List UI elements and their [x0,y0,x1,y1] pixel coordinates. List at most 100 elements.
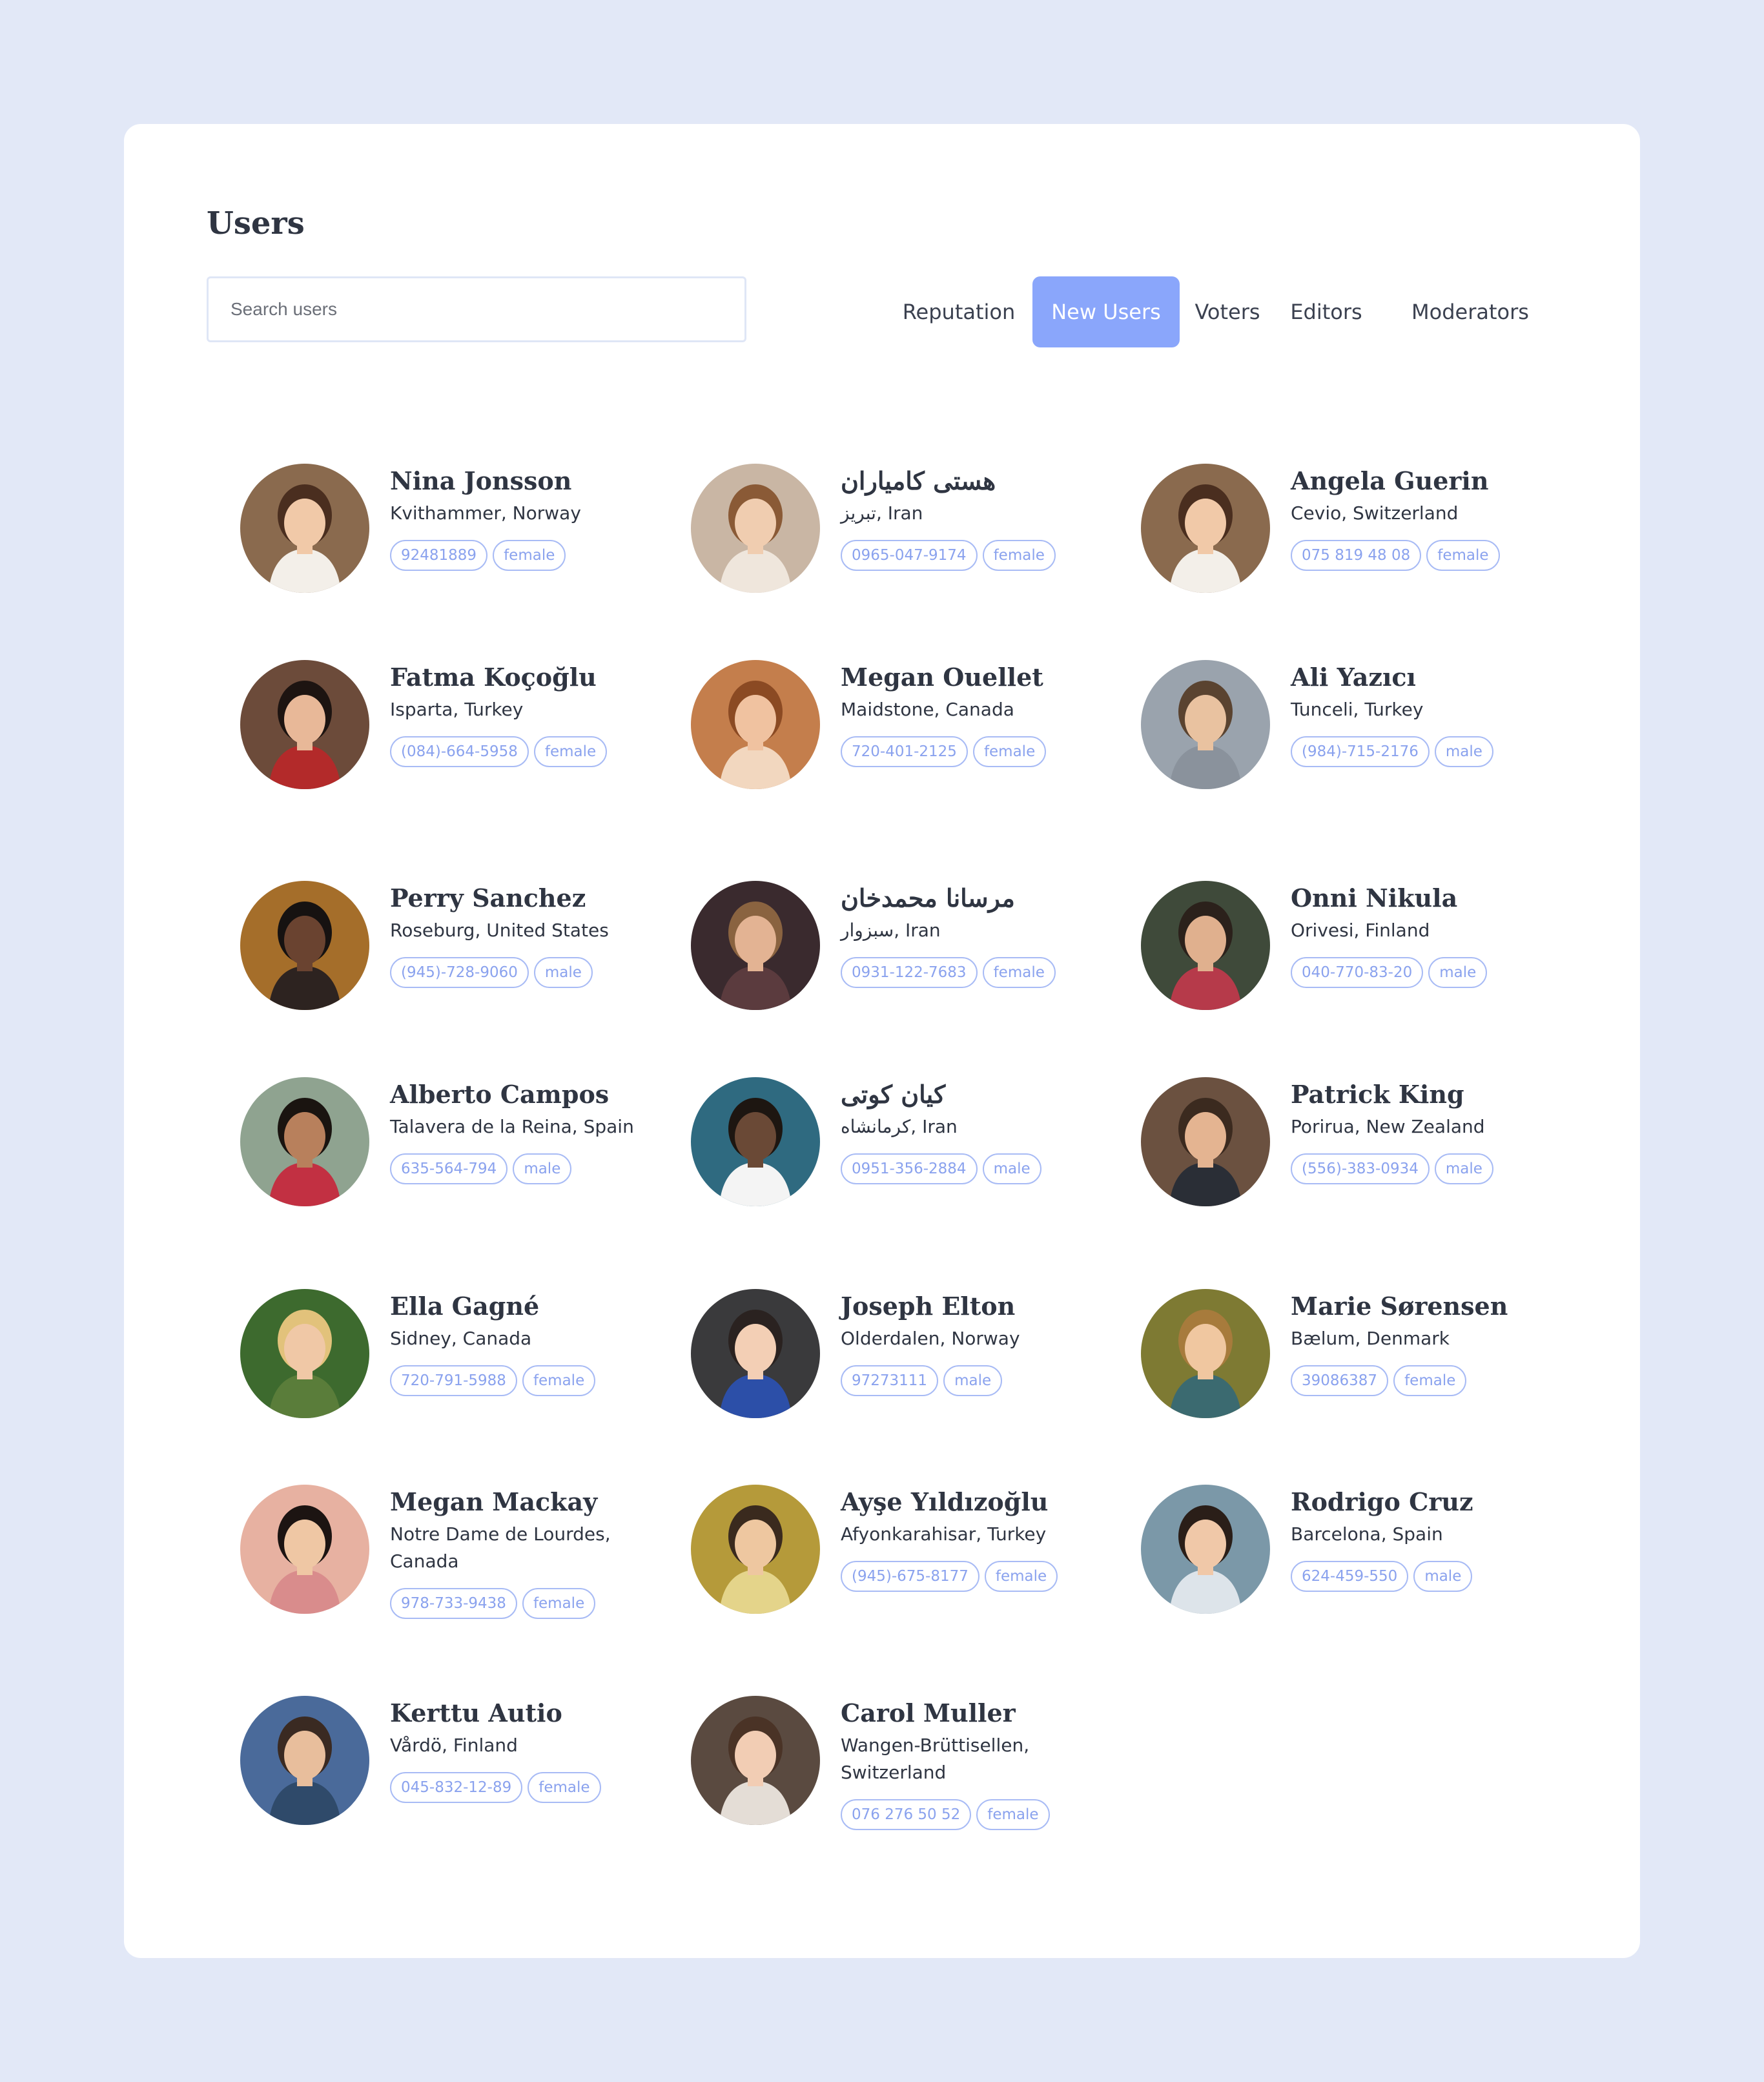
gender-tag: male [533,957,593,988]
user-name[interactable]: Joseph Elton [841,1289,1112,1324]
user-location: Olderdalen, Norway [841,1328,1020,1349]
user-name[interactable]: Ayşe Yıldızoğlu [841,1485,1112,1520]
user-info: Megan Ouellet Maidstone, Canada 720-401-21… [841,660,1112,772]
user-tags: 0931-122-7683 female [841,957,1112,993]
user-info: Kerttu Autio Vårdö, Finland 045-832-12-89 f… [390,1696,661,1808]
user-name[interactable]: Nina Jonsson [390,464,661,499]
tab-voters[interactable]: Voters [1183,276,1272,347]
user-info: Patrick King Porirua, New Zealand (556)-38… [1291,1077,1562,1190]
user-tags: 720-401-2125 female [841,736,1112,772]
user-name[interactable]: Ali Yazıcı [1291,660,1562,695]
user-name[interactable]: Patrick King [1291,1077,1562,1112]
user-info: Carol Muller Wangen-Brüttisellen, Switzer… [841,1696,1112,1835]
user-info: Ella Gagné Sidney, Canada 720-791-5988 fema… [390,1289,661,1401]
user-location: Cevio, Switzerland [1291,502,1459,524]
phone-tag: 635-564-794 [390,1153,508,1184]
phone-tag: 97273111 [841,1365,939,1396]
user-info: Joseph Elton Olderdalen, Norway 97273111 ma… [841,1289,1112,1401]
user-name[interactable]: Rodrigo Cruz [1291,1485,1562,1520]
avatar[interactable] [691,1485,820,1614]
phone-tag: 720-791-5988 [390,1365,517,1396]
gender-tag: female [1393,1365,1467,1396]
user-info: مرسانا محمدخان سبزوار, Iran 0931-122-7683 f… [841,881,1112,993]
avatar-photo [691,1485,820,1614]
gender-tag: female [522,1588,596,1619]
user-info: Megan Mackay Notre Dame de Lourdes, Canad… [390,1485,661,1624]
tab-editors[interactable]: Editors [1282,276,1371,347]
avatar[interactable] [691,1696,820,1825]
user-info: هستی کامیاران تبریز, Iran 0965-047-9174 fem… [841,464,1112,576]
gender-tag: male [1434,736,1493,767]
user-location: Vårdö, Finland [390,1735,518,1756]
phone-tag: 720-401-2125 [841,736,968,767]
user-name[interactable]: Angela Guerin [1291,464,1562,499]
avatar[interactable] [1141,881,1270,1010]
user-name[interactable]: Megan Mackay [390,1485,661,1520]
avatar[interactable] [1141,1289,1270,1418]
avatar[interactable] [240,464,369,593]
user-location: کرمانشاه, Iran [841,1116,958,1137]
avatar[interactable] [240,660,369,789]
page-title: Users [207,205,305,242]
gender-tag: male [513,1153,572,1184]
avatar[interactable] [691,1077,820,1206]
avatar[interactable] [691,660,820,789]
avatar-photo [1141,881,1270,1010]
user-info: Ayşe Yıldızoğlu Afyonkarahisar, Turkey (94… [841,1485,1112,1597]
user-name[interactable]: Ella Gagné [390,1289,661,1324]
user-info: Fatma Koçoğlu Isparta, Turkey (084)-664-59… [390,660,661,772]
avatar-photo [240,464,369,593]
user-location: تبریز, Iran [841,502,923,524]
avatar-photo [691,881,820,1010]
avatar[interactable] [1141,1485,1270,1614]
search-input[interactable] [207,276,746,342]
avatar[interactable] [240,1485,369,1614]
user-location: Orivesi, Finland [1291,920,1430,941]
user-name[interactable]: Perry Sanchez [390,881,661,916]
user-info: Perry Sanchez Roseburg, United States (945… [390,881,661,993]
gender-tag: female [972,736,1047,767]
tab-new-users[interactable]: New Users [1032,276,1180,347]
avatar[interactable] [240,1289,369,1418]
user-tags: 075 819 48 08 female [1291,540,1562,576]
phone-tag: (945)-728-9060 [390,957,529,988]
avatar[interactable] [691,1289,820,1418]
avatar[interactable] [1141,660,1270,789]
user-name[interactable]: Alberto Campos [390,1077,661,1112]
avatar-photo [240,1485,369,1614]
user-location: Porirua, New Zealand [1291,1116,1485,1137]
avatar-photo [691,1077,820,1206]
user-tags: 635-564-794 male [390,1153,661,1190]
avatar[interactable] [240,881,369,1010]
user-location: Sidney, Canada [390,1328,532,1349]
user-name[interactable]: Kerttu Autio [390,1696,661,1731]
avatar[interactable] [1141,464,1270,593]
user-name[interactable]: Marie Sørensen [1291,1289,1562,1324]
phone-tag: 040-770-83-20 [1291,957,1424,988]
phone-tag: 92481889 [390,540,488,571]
avatar[interactable] [691,464,820,593]
avatar-photo [691,1696,820,1825]
avatar[interactable] [240,1077,369,1206]
avatar-photo [1141,1077,1270,1206]
tab-reputation[interactable]: Reputation [887,276,1031,347]
user-name[interactable]: Carol Muller [841,1696,1112,1731]
avatar[interactable] [240,1696,369,1825]
tab-moderators[interactable]: Moderators [1380,276,1561,347]
user-name[interactable]: کیان کوتی [841,1077,1112,1112]
user-name[interactable]: Fatma Koçoğlu [390,660,661,695]
user-name[interactable]: Onni Nikula [1291,881,1562,916]
user-tags: (984)-715-2176 male [1291,736,1562,772]
user-name[interactable]: Megan Ouellet [841,660,1112,695]
phone-tag: (945)-675-8177 [841,1561,979,1592]
avatar[interactable] [1141,1077,1270,1206]
avatar-photo [240,1289,369,1418]
user-info: کیان کوتی کرمانشاه, Iran 0951-356-2884 male [841,1077,1112,1190]
gender-tag: female [982,540,1056,571]
phone-tag: 0931-122-7683 [841,957,978,988]
user-location: Isparta, Turkey [390,699,524,720]
avatar-photo [1141,1485,1270,1614]
user-name[interactable]: هستی کامیاران [841,464,1112,499]
avatar[interactable] [691,881,820,1010]
user-name[interactable]: مرسانا محمدخان [841,881,1112,916]
